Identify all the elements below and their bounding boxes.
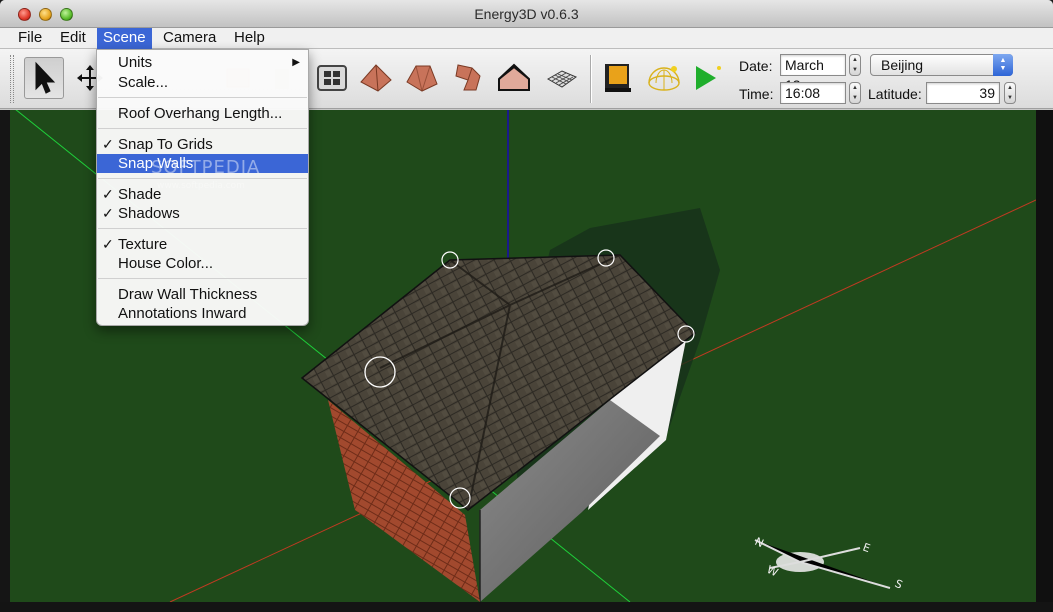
menu-scene[interactable]: Scene <box>97 28 152 49</box>
menu-item-label: Shadows <box>118 205 180 222</box>
checkmark-icon: ✓ <box>102 186 114 202</box>
menu-camera[interactable]: Camera <box>157 28 222 49</box>
date-spinner[interactable]: ▲ ▼ <box>849 54 861 76</box>
menu-item-label: Draw Wall Thickness <box>118 286 258 303</box>
menu-item-label: House Color... <box>118 255 214 272</box>
submenu-arrow-icon: ▶ <box>292 57 300 68</box>
sun-path-button[interactable] <box>644 57 684 99</box>
menu-edit[interactable]: Edit <box>54 28 92 49</box>
menu-item-scale[interactable]: Scale... <box>97 73 308 92</box>
latitude-label: Latitude: <box>868 86 922 102</box>
floor-mesh-icon <box>546 70 578 88</box>
menu-separator <box>98 228 307 229</box>
menu-item-house-color[interactable]: House Color... <box>97 254 308 273</box>
sun-dome-icon <box>648 66 680 91</box>
watermark-url: www.softpedia.com <box>157 181 245 191</box>
animate-sun-button[interactable] <box>686 57 726 99</box>
menu-item-snap-to-grids[interactable]: ✓ Snap To Grids <box>97 135 308 154</box>
shadow-icon <box>605 64 631 92</box>
menu-item-label: Snap Walls <box>118 155 194 172</box>
gable-roof-button[interactable] <box>494 57 534 99</box>
select-tool-button[interactable] <box>24 57 64 99</box>
menu-item-label: Texture <box>118 236 168 253</box>
latitude-spinner[interactable]: ▲ ▼ <box>1004 82 1016 104</box>
hip-roof-button[interactable] <box>402 57 442 99</box>
checkmark-icon: ✓ <box>102 205 114 221</box>
menu-item-label: Scale... <box>118 74 169 91</box>
scene-menu: Units ▶ Scale... Roof Overhang Length...… <box>96 49 309 326</box>
floor-tool-button[interactable] <box>542 57 582 99</box>
right-border <box>1036 110 1053 612</box>
combo-arrows-icon: ▲ ▼ <box>993 54 1013 76</box>
checkmark-icon: ✓ <box>102 136 114 152</box>
grid-view-button[interactable] <box>312 57 352 99</box>
menu-item-label: Units <box>118 54 153 71</box>
hip-roof-icon <box>406 65 438 92</box>
menu-item-snap-walls[interactable]: Snap Walls <box>97 154 308 173</box>
toolbar-grip[interactable] <box>10 55 14 103</box>
play-icon <box>696 66 721 90</box>
menu-help[interactable]: Help <box>228 28 271 49</box>
window-title: Energy3D v0.6.3 <box>474 6 579 22</box>
select-arrow-icon <box>35 61 56 94</box>
menu-separator <box>98 97 307 98</box>
app-window: Energy3D v0.6.3 File Edit Scene Camera H… <box>0 0 1053 612</box>
menu-file[interactable]: File <box>12 28 48 49</box>
pyramid-roof-icon <box>360 64 392 92</box>
menu-item-texture[interactable]: ✓ Texture <box>97 235 308 254</box>
date-label: Date: <box>739 58 773 74</box>
city-value: Beijing <box>881 57 924 73</box>
latitude-field[interactable]: 39 <box>926 82 1000 104</box>
menu-item-roof-overhang[interactable]: Roof Overhang Length... <box>97 104 308 123</box>
grid-view-icon <box>317 65 347 91</box>
title-bar: Energy3D v0.6.3 <box>0 0 1053 28</box>
menu-item-units[interactable]: Units ▶ <box>97 53 308 72</box>
time-spinner[interactable]: ▲ ▼ <box>849 82 861 104</box>
gable-roof-icon <box>498 63 530 91</box>
left-border <box>0 110 10 612</box>
menu-item-draw-wall-thickness[interactable]: Draw Wall Thickness <box>97 285 308 304</box>
checkmark-icon: ✓ <box>102 236 114 252</box>
menu-separator <box>98 178 307 179</box>
shadow-toggle-button[interactable] <box>598 57 638 99</box>
menu-bar: File Edit Scene Camera Help <box>0 28 1053 49</box>
toolbar-separator <box>590 55 592 103</box>
pyramid-roof-button[interactable] <box>356 57 396 99</box>
menu-item-label: Shade <box>118 186 162 203</box>
menu-separator <box>98 128 307 129</box>
custom-roof-button[interactable] <box>448 57 488 99</box>
menu-item-shadows[interactable]: ✓ Shadows <box>97 204 308 223</box>
custom-roof-icon <box>455 64 481 91</box>
time-label: Time: <box>739 86 774 102</box>
menu-item-label: Roof Overhang Length... <box>118 105 283 122</box>
menu-item-label: Snap To Grids <box>118 136 213 153</box>
city-combo[interactable]: Beijing ▲ ▼ <box>870 54 1013 76</box>
date-field[interactable]: March 13 <box>780 54 846 93</box>
time-field[interactable]: 16:08 <box>780 82 846 104</box>
bottom-border <box>0 602 1053 612</box>
menu-item-annotations-inward[interactable]: Annotations Inward <box>97 304 308 323</box>
menu-item-label: Annotations Inward <box>118 305 247 322</box>
menu-separator <box>98 278 307 279</box>
